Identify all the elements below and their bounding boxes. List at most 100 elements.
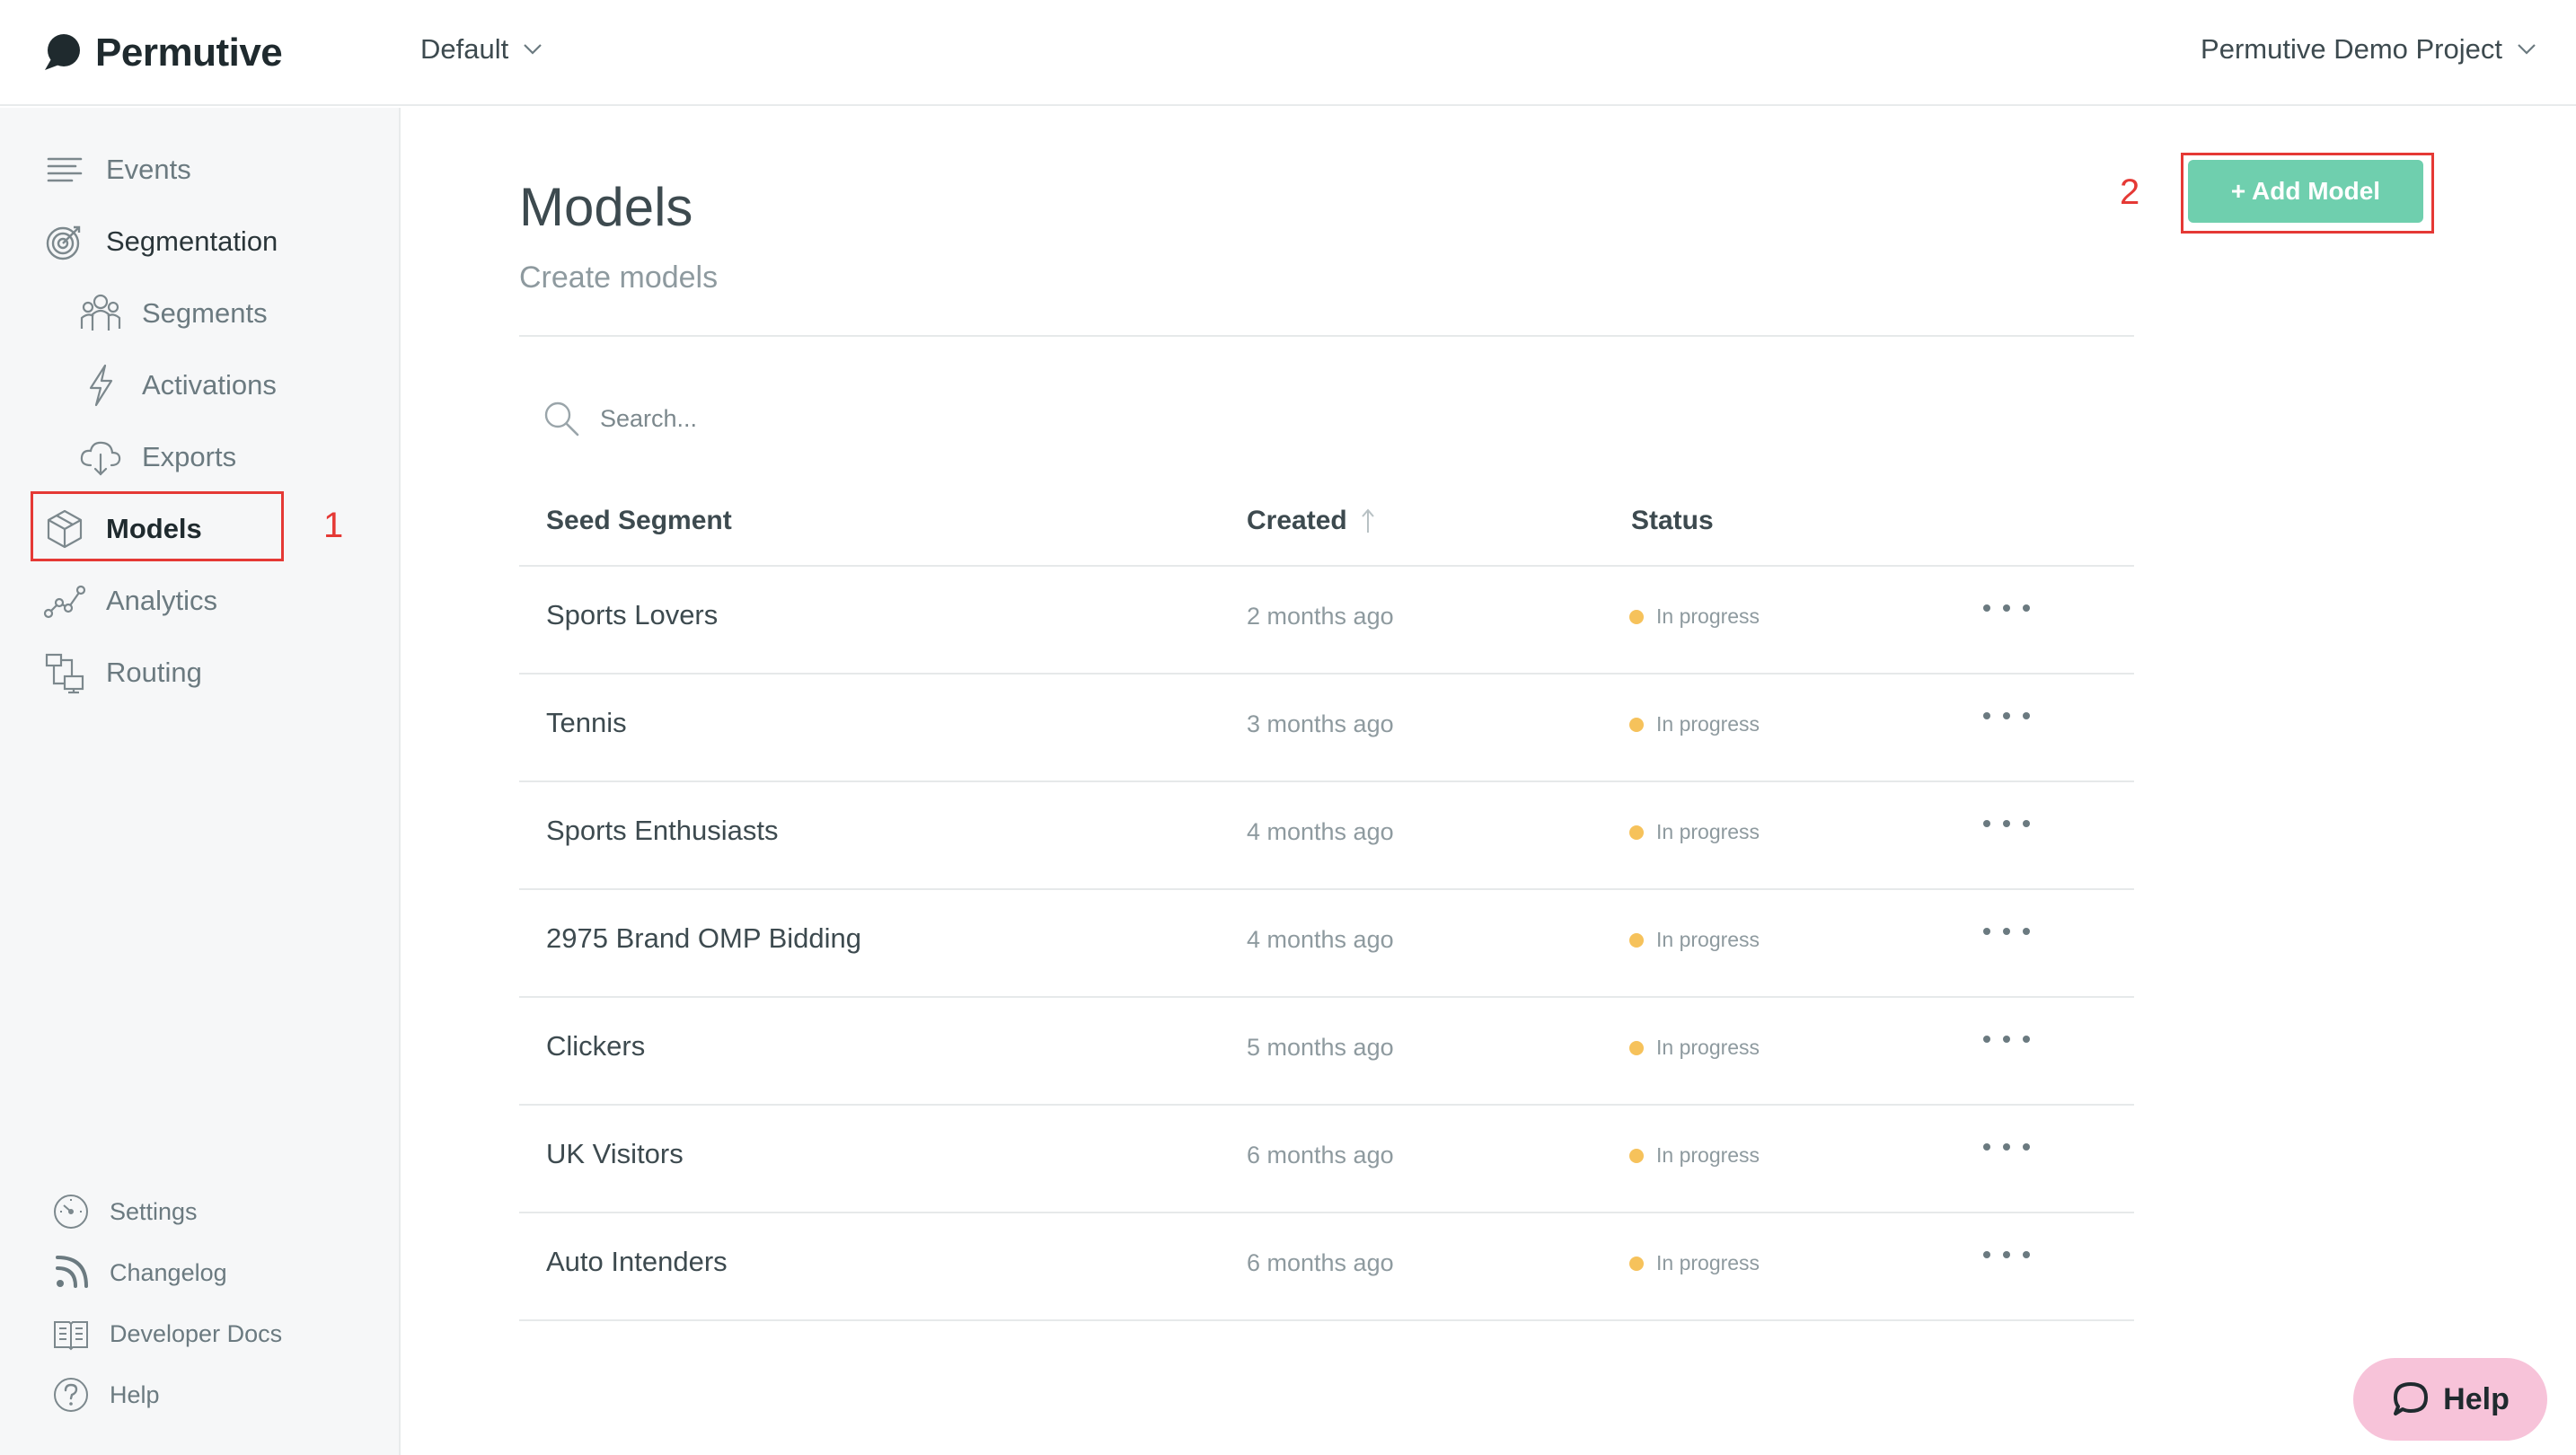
lightning-icon: [77, 362, 124, 409]
sidebar-item-label: Events: [106, 154, 191, 185]
sidebar-item-label: Segmentation: [106, 225, 278, 257]
sidebar-item-help[interactable]: Help: [50, 1371, 160, 1418]
column-header-seed-segment[interactable]: Seed Segment: [546, 499, 732, 542]
cloud-download-icon: [77, 434, 124, 481]
table-row[interactable]: Clickers 5 months ago In progress: [519, 998, 2134, 1106]
rss-icon: [50, 1252, 92, 1293]
created-cell: 4 months ago: [1247, 818, 1394, 845]
more-actions-icon[interactable]: [1983, 1021, 2030, 1057]
gauge-icon: [50, 1191, 92, 1232]
column-header-label: Created: [1247, 506, 1347, 535]
sidebar-item-segmentation[interactable]: Segmentation: [41, 215, 278, 269]
help-chat-button[interactable]: Help: [2353, 1358, 2547, 1441]
chat-bubble-icon: [2394, 1382, 2429, 1415]
seed-segment-cell[interactable]: UK Visitors: [546, 1138, 684, 1170]
page-subtitle: Create models: [519, 260, 719, 295]
search-icon: [544, 401, 579, 436]
annotation-number: 1: [323, 506, 344, 545]
workspace-label: Default: [420, 33, 509, 65]
sidebar-item-exports[interactable]: Exports: [77, 430, 236, 484]
table-row[interactable]: Sports Enthusiasts 4 months ago In progr…: [519, 782, 2134, 890]
status-dot: [1629, 932, 1644, 948]
status-cell: In progress: [1629, 712, 1760, 736]
sidebar-item-events[interactable]: Events: [41, 143, 191, 197]
sidebar-item-label: Models: [106, 513, 202, 544]
events-lines-icon: [41, 146, 88, 193]
chevron-down-icon: [2518, 44, 2536, 55]
sidebar-item-analytics[interactable]: Analytics: [41, 574, 217, 628]
chevron-down-icon: [524, 44, 543, 55]
status-label: In progress: [1656, 1251, 1760, 1274]
brand[interactable]: Permutive: [40, 25, 283, 81]
sidebar-item-label: Settings: [110, 1197, 198, 1225]
more-actions-icon[interactable]: [1983, 698, 2030, 734]
sidebar-item-models[interactable]: Models: [41, 502, 202, 556]
table-row[interactable]: Tennis 3 months ago In progress: [519, 675, 2134, 782]
more-actions-icon[interactable]: [1983, 806, 2030, 842]
sidebar-item-label: Segments: [142, 297, 268, 329]
sidebar-item-developer-docs[interactable]: Developer Docs: [50, 1310, 282, 1357]
status-cell: In progress: [1629, 1251, 1760, 1275]
people-icon: [77, 290, 124, 337]
status-cell: In progress: [1629, 820, 1760, 844]
created-cell: 4 months ago: [1247, 926, 1394, 953]
status-dot: [1629, 824, 1644, 840]
status-label: In progress: [1656, 712, 1760, 736]
status-cell: In progress: [1629, 928, 1760, 952]
sidebar-item-routing[interactable]: Routing: [41, 646, 202, 700]
status-label: In progress: [1656, 820, 1760, 843]
seed-segment-cell[interactable]: Clickers: [546, 1030, 645, 1063]
workspace-select[interactable]: Default: [420, 27, 543, 72]
brand-name: Permutive: [95, 31, 283, 75]
table-row[interactable]: Auto Intenders 6 months ago In progress: [519, 1213, 2134, 1321]
column-header-status[interactable]: Status: [1631, 499, 1714, 542]
sidebar-item-label: Exports: [142, 441, 237, 472]
target-icon: [41, 218, 88, 265]
more-actions-icon[interactable]: [1983, 913, 2030, 949]
table-row[interactable]: UK Visitors 6 months ago In progress: [519, 1106, 2134, 1213]
table-row[interactable]: 2975 Brand OMP Bidding 4 months ago In p…: [519, 890, 2134, 998]
column-header-created[interactable]: Created: [1247, 499, 1376, 542]
created-cell: 5 months ago: [1247, 1034, 1394, 1061]
search-input[interactable]: [600, 404, 1139, 433]
line-graph-icon: [41, 578, 88, 624]
status-cell: In progress: [1629, 1143, 1760, 1168]
sidebar-item-label: Activations: [142, 369, 277, 401]
seed-segment-cell[interactable]: 2975 Brand OMP Bidding: [546, 922, 861, 955]
project-label: Permutive Demo Project: [2201, 33, 2502, 65]
seed-segment-cell[interactable]: Sports Enthusiasts: [546, 815, 778, 847]
book-icon: [50, 1313, 92, 1354]
created-cell: 6 months ago: [1247, 1142, 1394, 1168]
header-divider: [519, 335, 2134, 337]
status-label: In progress: [1656, 1036, 1760, 1059]
status-label: In progress: [1656, 928, 1760, 951]
top-bar: Permutive Default Permutive Demo Project: [0, 0, 2576, 106]
sort-ascending-icon[interactable]: [1360, 507, 1376, 534]
status-cell: In progress: [1629, 604, 1760, 629]
status-label: In progress: [1656, 1143, 1760, 1167]
sidebar-item-label: Changelog: [110, 1258, 227, 1286]
search-bar: [543, 395, 1139, 442]
project-select[interactable]: Permutive Demo Project: [2201, 27, 2536, 72]
status-dot: [1629, 1040, 1644, 1055]
more-actions-icon[interactable]: [1983, 1129, 2030, 1165]
status-cell: In progress: [1629, 1036, 1760, 1060]
column-header-label: Status: [1631, 506, 1714, 535]
sidebar-item-activations[interactable]: Activations: [77, 358, 277, 412]
table-row[interactable]: Sports Lovers 2 months ago In progress: [519, 567, 2134, 675]
seed-segment-cell[interactable]: Sports Lovers: [546, 599, 718, 631]
page-title: Models: [519, 177, 693, 237]
cube-icon: [41, 506, 88, 552]
sidebar-item-changelog[interactable]: Changelog: [50, 1249, 227, 1296]
seed-segment-cell[interactable]: Auto Intenders: [546, 1246, 728, 1278]
add-model-button[interactable]: + Add Model: [2188, 160, 2423, 223]
more-actions-icon[interactable]: [1983, 590, 2030, 626]
column-header-label: Seed Segment: [546, 506, 732, 535]
sidebar-item-segments[interactable]: Segments: [77, 287, 268, 340]
status-dot: [1629, 1148, 1644, 1163]
sidebar-item-settings[interactable]: Settings: [50, 1188, 198, 1235]
created-cell: 3 months ago: [1247, 710, 1394, 737]
status-dot: [1629, 717, 1644, 732]
seed-segment-cell[interactable]: Tennis: [546, 707, 627, 739]
more-actions-icon[interactable]: [1983, 1237, 2030, 1273]
